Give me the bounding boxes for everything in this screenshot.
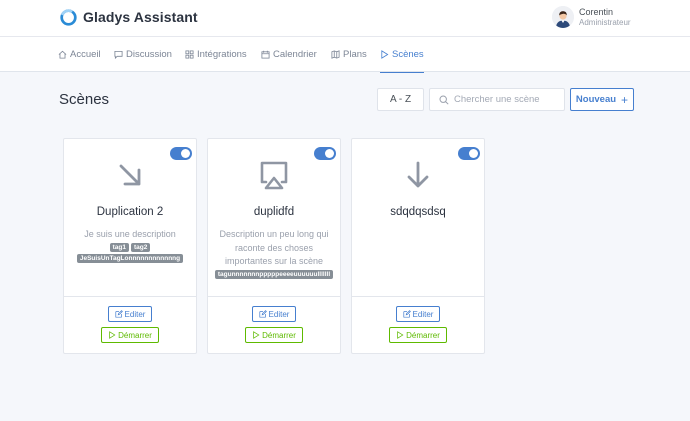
search-icon xyxy=(439,95,449,105)
arrow-down-icon xyxy=(407,161,429,188)
edit-button[interactable]: Editer xyxy=(108,306,152,322)
scene-card-footer: Editer Démarrer xyxy=(208,296,340,353)
nav-label: Scènes xyxy=(392,49,424,60)
new-scene-label: Nouveau xyxy=(575,94,617,105)
nav-item-integrations[interactable]: Intégrations xyxy=(185,37,247,72)
nav-label: Calendrier xyxy=(273,49,317,60)
scene-card: duplidfd Description un peu long qui rac… xyxy=(207,138,341,354)
user-avatar-icon xyxy=(552,6,574,28)
edit-icon xyxy=(114,310,123,318)
edit-icon xyxy=(402,310,411,318)
search-box xyxy=(429,88,565,111)
nav-label: Discussion xyxy=(126,49,172,60)
user-name[interactable]: Corentin xyxy=(579,7,613,17)
scene-tags: tag1 tag2 JeSuisUnTagLonnnnnnnnnnnng xyxy=(68,242,192,264)
edit-label: Editer xyxy=(412,309,434,319)
airplay-icon xyxy=(260,161,288,190)
play-icon xyxy=(381,50,389,59)
start-button[interactable]: Démarrer xyxy=(389,327,447,343)
scene-tag: tag1 xyxy=(109,243,129,252)
gladys-logo-icon[interactable] xyxy=(60,9,77,26)
scene-title: sdqdqsdsq xyxy=(390,206,446,218)
edit-icon xyxy=(258,310,267,318)
nav-item-calendrier[interactable]: Calendrier xyxy=(261,37,317,72)
play-icon xyxy=(253,331,260,339)
edit-button[interactable]: Editer xyxy=(252,306,296,322)
edit-button[interactable]: Editer xyxy=(396,306,440,322)
nav-item-plans[interactable]: Plans xyxy=(331,37,367,72)
scene-title: Duplication 2 xyxy=(96,206,164,218)
calendar-icon xyxy=(261,50,270,59)
scene-card: sdqdqsdsq Editer Démarrer xyxy=(351,138,485,354)
arrow-down-right-icon xyxy=(119,164,141,186)
scene-card-footer: Editer Démarrer xyxy=(64,296,196,353)
scene-tag: JeSuisUnTagLonnnnnnnnnnnng xyxy=(76,254,184,263)
scene-active-toggle[interactable] xyxy=(170,147,192,160)
scene-description: Je suis une description xyxy=(84,229,176,239)
map-icon xyxy=(331,50,340,59)
scene-tag: tag2 xyxy=(131,243,151,252)
grid-icon xyxy=(185,50,194,59)
scene-active-toggle[interactable] xyxy=(314,147,336,160)
scene-title: duplidfd xyxy=(253,206,295,218)
home-icon xyxy=(58,50,67,59)
scene-tags: tagunnnnnnnpppppeeeeuuuuuulllllll xyxy=(212,269,336,280)
avatar[interactable] xyxy=(552,6,574,28)
scene-tag: tagunnnnnnnpppppeeeeuuuuuulllllll xyxy=(214,270,334,279)
app-title[interactable]: Gladys Assistant xyxy=(83,9,198,25)
page-title: Scènes xyxy=(59,91,110,108)
start-button[interactable]: Démarrer xyxy=(101,327,159,343)
nav-label: Accueil xyxy=(70,49,101,60)
nav-item-accueil[interactable]: Accueil xyxy=(58,37,101,72)
edit-label: Editer xyxy=(268,309,290,319)
scene-description: Description un peu long qui raconte des … xyxy=(219,229,329,266)
top-header: Gladys Assistant Corentin Administrateur xyxy=(0,0,690,37)
nav-label: Plans xyxy=(343,49,367,60)
nav-item-discussion[interactable]: Discussion xyxy=(114,37,172,72)
message-icon xyxy=(114,50,123,59)
sort-select[interactable]: A - Z xyxy=(377,88,424,111)
scene-card: Duplication 2 Je suis une description ta… xyxy=(63,138,197,354)
search-input[interactable] xyxy=(454,92,562,107)
new-scene-button[interactable]: Nouveau + xyxy=(570,88,634,111)
scene-card-footer: Editer Démarrer xyxy=(352,296,484,353)
start-label: Démarrer xyxy=(262,330,296,340)
start-button[interactable]: Démarrer xyxy=(245,327,303,343)
user-role: Administrateur xyxy=(579,18,631,27)
nav-item-scenes[interactable]: Scènes xyxy=(380,37,424,73)
plus-icon: + xyxy=(621,92,629,107)
edit-label: Editer xyxy=(124,309,146,319)
scene-active-toggle[interactable] xyxy=(458,147,480,160)
start-label: Démarrer xyxy=(406,330,440,340)
play-icon xyxy=(109,331,116,339)
nav-label: Intégrations xyxy=(197,49,247,60)
play-icon xyxy=(397,331,404,339)
start-label: Démarrer xyxy=(118,330,152,340)
main-nav: Accueil Discussion Intégrations Calendri… xyxy=(0,37,690,73)
